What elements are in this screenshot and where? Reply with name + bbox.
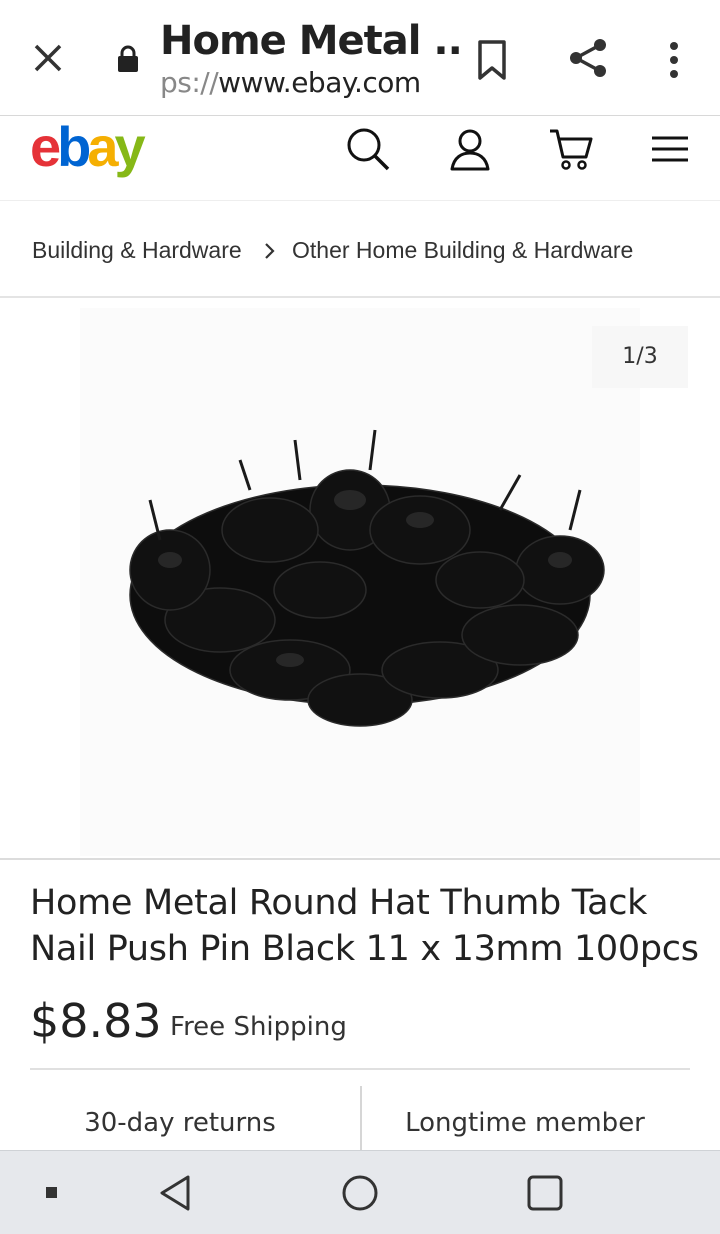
thumb-tacks-image (129, 429, 605, 727)
breadcrumb-item[interactable]: Other Home Building & Hardware (292, 237, 633, 264)
lock-icon (118, 45, 138, 72)
logo-letter-a: a (87, 115, 118, 178)
back-icon[interactable] (154, 1171, 198, 1215)
product-price: $8.83 (30, 994, 162, 1048)
product-title: Home Metal Round Hat Thumb Tack Nail Pus… (30, 883, 699, 969)
home-icon[interactable] (338, 1171, 382, 1215)
page-title: Home Metal ... (160, 18, 460, 64)
search-icon[interactable] (344, 125, 392, 173)
bookmark-icon[interactable] (474, 38, 510, 82)
logo-letter-y: y (114, 115, 146, 178)
chevron-right-icon (265, 243, 275, 259)
more-options-icon[interactable] (660, 38, 688, 82)
ebay-logo[interactable]: ebay (30, 115, 146, 178)
url-text[interactable]: ps://www.ebay.com (160, 66, 421, 99)
cart-icon[interactable] (548, 125, 596, 173)
menu-icon[interactable] (646, 125, 694, 173)
divider (30, 1068, 690, 1070)
shipping-info: Free Shipping (170, 1012, 347, 1042)
url-host: www.ebay.com (218, 66, 421, 99)
breadcrumb-item[interactable]: Building & Hardware (32, 237, 242, 264)
share-icon[interactable] (566, 36, 610, 80)
logo-letter-e: e (30, 115, 61, 178)
logo-letter-b: b (57, 115, 91, 178)
recents-dot-icon[interactable] (30, 1171, 74, 1215)
site-header: ebay (0, 117, 720, 201)
system-navigation-bar (0, 1150, 720, 1234)
url-scheme: ps:// (160, 66, 219, 99)
overview-icon[interactable] (523, 1171, 567, 1215)
returns-badge: 30-day returns (84, 1108, 276, 1138)
account-icon[interactable] (446, 125, 494, 173)
product-gallery[interactable]: 1/3 (0, 300, 720, 860)
image-counter: 1/3 (592, 326, 688, 388)
seller-badge: Longtime member (405, 1108, 645, 1138)
breadcrumb: Building & Hardware Other Home Building … (0, 200, 720, 298)
close-icon[interactable] (28, 38, 68, 78)
browser-toolbar: Home Metal ... ps://www.ebay.com (0, 0, 720, 116)
